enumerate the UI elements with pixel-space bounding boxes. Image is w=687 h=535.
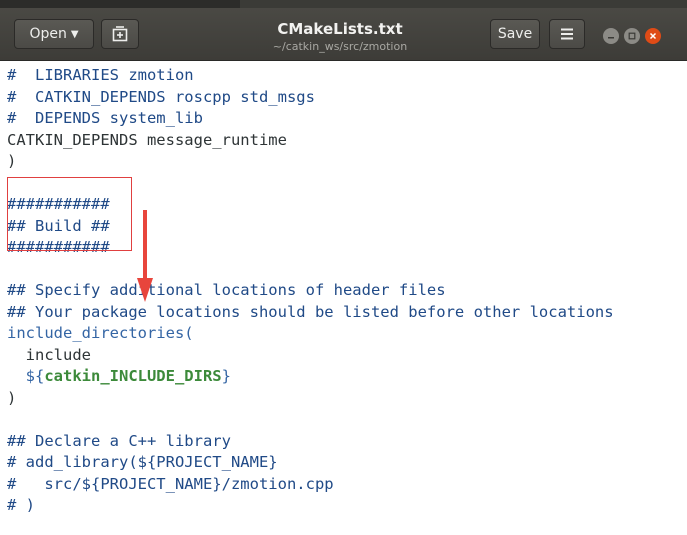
maximize-icon (628, 32, 636, 40)
code-line: include (7, 345, 91, 365)
code-line: ${catkin_INCLUDE_DIRS} (7, 366, 231, 386)
code-line: ) (7, 388, 16, 408)
open-button-label: Open (29, 26, 67, 42)
code-token: include_directories( (7, 324, 194, 342)
code-token: ## Your package locations should be list… (7, 302, 614, 321)
code-token: ## Specify additional locations of heade… (7, 281, 446, 299)
header-bar: Open ▼ CMakeLists.txt ~/catkin_ws/src/zm… (0, 8, 687, 61)
code-line: # LIBRARIES zmotion (7, 65, 194, 85)
code-token: ) (7, 388, 17, 407)
text-editor-area[interactable]: # LIBRARIES zmotion # CATKIN_DEPENDS rosc… (0, 61, 687, 535)
background-window-tab (0, 0, 240, 8)
minimize-icon (608, 37, 614, 39)
code-line: ## Specify additional locations of heade… (7, 280, 446, 300)
annotation-arrow-icon (137, 210, 153, 302)
code-token: ${ (7, 367, 45, 385)
minimize-button[interactable] (603, 28, 619, 44)
new-document-icon (112, 26, 128, 42)
code-token: # src/${PROJECT_NAME}/zmotion.cpp (7, 474, 334, 493)
code-token: ## Declare a C++ library (7, 431, 231, 450)
code-token: ) (7, 152, 17, 170)
code-line: # CATKIN_DEPENDS roscpp std_msgs (7, 87, 315, 107)
window-title: CMakeLists.txt (277, 20, 403, 38)
window-subtitle: ~/catkin_ws/src/zmotion (272, 40, 408, 53)
code-line: # DEPENDS system_lib (7, 108, 203, 128)
code-token: # ) (7, 496, 35, 514)
menu-button[interactable] (549, 19, 585, 49)
background-window-strip (0, 0, 687, 8)
close-icon (649, 32, 657, 40)
chevron-down-icon: ▼ (70, 28, 79, 40)
code-token: # LIBRARIES zmotion (7, 66, 194, 84)
annotation-highlight-box (7, 177, 132, 251)
open-button[interactable]: Open ▼ (14, 19, 94, 49)
code-token: # DEPENDS system_lib (7, 109, 203, 127)
code-line: # src/${PROJECT_NAME}/zmotion.cpp (7, 474, 334, 494)
code-line: # add_library(${PROJECT_NAME} (7, 452, 278, 472)
save-button[interactable]: Save (490, 19, 540, 49)
code-line: ) (7, 151, 16, 171)
new-tab-button[interactable] (101, 19, 139, 49)
code-token: include (7, 345, 91, 364)
close-button[interactable] (645, 28, 661, 44)
hamburger-menu-icon (561, 28, 573, 40)
code-line: # ) (7, 495, 35, 515)
code-line: ## Your package locations should be list… (7, 302, 614, 322)
code-token: catkin_INCLUDE_DIRS (44, 367, 222, 385)
window-title-block: CMakeLists.txt ~/catkin_ws/src/zmotion (200, 20, 480, 54)
code-line: include_directories( (7, 323, 194, 343)
code-line: ## Declare a C++ library (7, 431, 231, 451)
code-line: CATKIN_DEPENDS message_runtime (7, 130, 287, 150)
maximize-button[interactable] (624, 28, 640, 44)
code-token: # add_library(${PROJECT_NAME} (7, 453, 278, 471)
code-token: CATKIN_DEPENDS message_runtime (7, 130, 287, 149)
code-token: } (221, 367, 231, 385)
code-token: # CATKIN_DEPENDS roscpp std_msgs (7, 87, 315, 106)
